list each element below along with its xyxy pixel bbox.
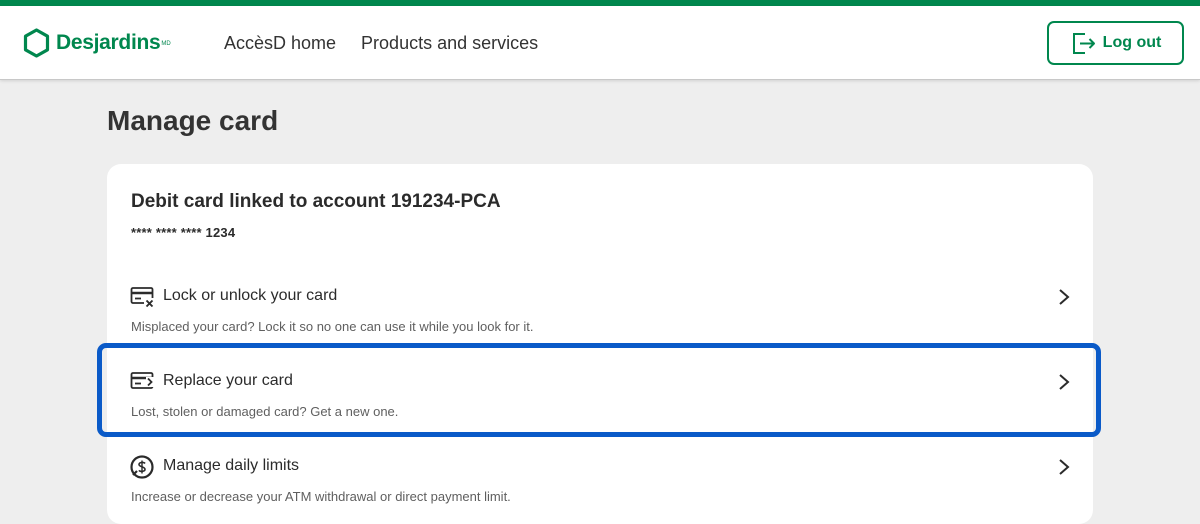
logout-button[interactable]: Log out [1047, 21, 1184, 65]
nav-products-and-services[interactable]: Products and services [361, 33, 538, 54]
desjardins-logo[interactable]: Desjardins MD [23, 27, 171, 59]
option-manage-daily-limits[interactable]: Manage daily limits Increase or decrease… [107, 434, 1093, 519]
option-description: Misplaced your card? Lock it so no one c… [131, 319, 534, 334]
debit-card-panel: Debit card linked to account 191234-PCA … [107, 164, 1093, 524]
option-label: Manage daily limits [163, 457, 300, 474]
hexagon-logo-icon [23, 28, 50, 58]
logo-trademark: MD [161, 41, 171, 47]
option-label: Lock or unlock your card [163, 287, 338, 304]
page-title: Manage card [107, 105, 279, 136]
option-lock-unlock-card[interactable]: Lock or unlock your card Misplaced your … [107, 264, 1093, 349]
logout-label: Log out [1102, 34, 1162, 51]
chevron-right-icon [1059, 289, 1070, 305]
option-replace-card[interactable]: Replace your card Lost, stolen or damage… [107, 349, 1093, 434]
chevron-right-icon [1059, 459, 1070, 475]
option-description: Lost, stolen or damaged card? Get a new … [131, 404, 399, 419]
chevron-right-icon [1059, 374, 1070, 390]
card-title: Debit card linked to account 191234-PCA [131, 191, 501, 212]
card-lock-icon [130, 287, 155, 308]
site-header: Desjardins MD AccèsD home Products and s… [0, 6, 1200, 80]
nav-acces-d-home[interactable]: AccèsD home [224, 33, 336, 54]
logout-icon [1072, 33, 1095, 54]
dollar-limit-icon [130, 455, 154, 479]
main-nav: AccèsD home Products and services [224, 6, 563, 80]
logo-wordmark: Desjardins [56, 31, 161, 54]
option-description: Increase or decrease your ATM withdrawal… [131, 489, 511, 504]
card-replace-icon [130, 372, 155, 389]
option-label: Replace your card [163, 372, 293, 389]
masked-card-number: **** **** **** 1234 [131, 225, 236, 240]
